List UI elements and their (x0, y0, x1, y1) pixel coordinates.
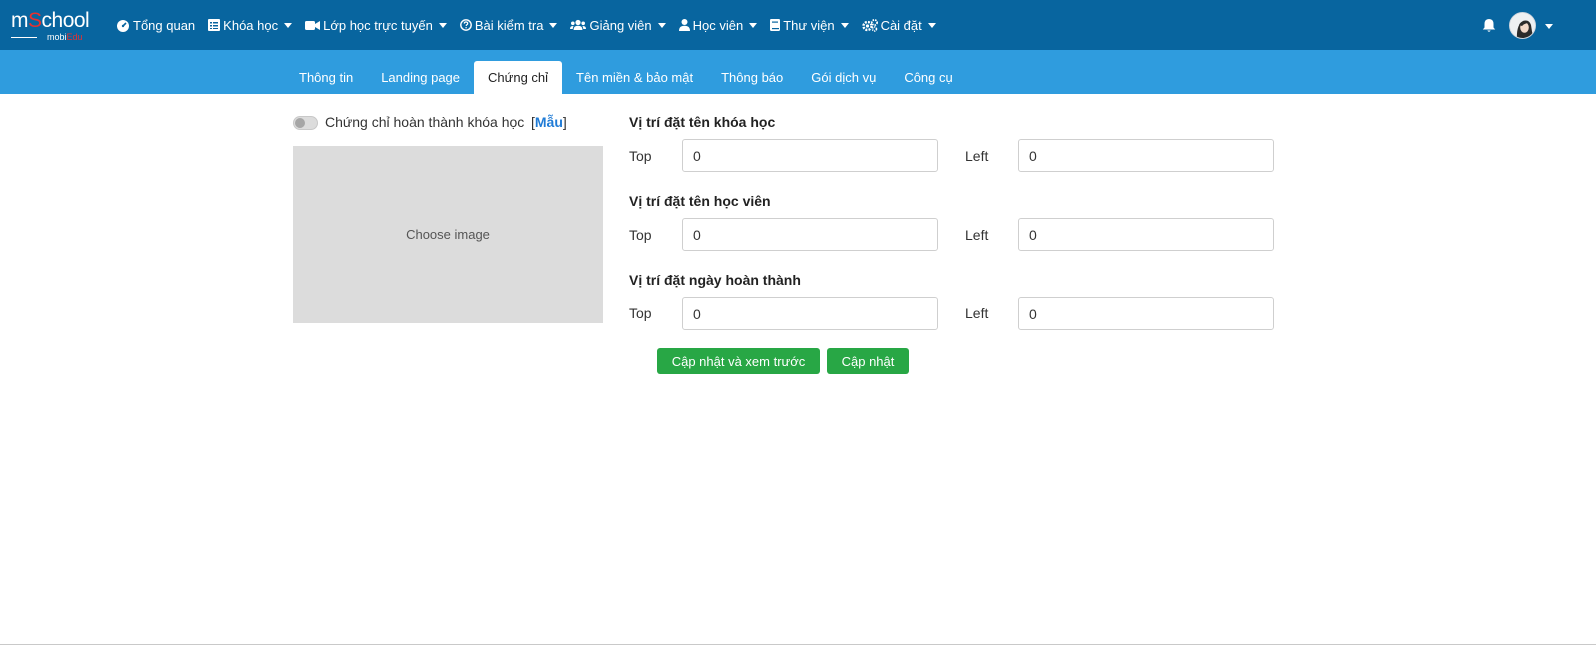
chevron-down-icon (549, 22, 558, 28)
student-name-left-label: Left (965, 227, 989, 243)
dashboard-icon (117, 19, 129, 32)
update-button[interactable]: Cập nhật (827, 348, 909, 374)
tab-service-plans[interactable]: Gói dịch vụ (797, 61, 890, 94)
chevron-down-icon[interactable] (1545, 24, 1553, 29)
student-name-top-label: Top (629, 227, 652, 243)
nav-item-label: Cài đặt (880, 17, 922, 33)
completion-date-left-input[interactable] (1018, 297, 1274, 330)
avatar[interactable] (1509, 12, 1536, 39)
course-name-top-input[interactable] (682, 139, 938, 172)
tab-certificate[interactable]: Chứng chỉ (474, 61, 563, 94)
nav-item-label: Lớp học trực tuyến (323, 17, 433, 33)
chevron-down-icon (438, 22, 447, 28)
completion-date-position-title: Vị trí đặt ngày hoàn thành (629, 272, 801, 288)
nav-item-label: Giảng viên (589, 17, 652, 33)
users-icon (570, 19, 587, 30)
nav-item-label: Học viên (692, 17, 744, 33)
student-name-position-title: Vị trí đặt tên học viên (629, 193, 771, 209)
question-circle-icon (459, 19, 472, 31)
chevron-down-icon (749, 22, 758, 28)
update-and-preview-button[interactable]: Cập nhật và xem trước (657, 348, 820, 374)
tab-notifications[interactable]: Thông báo (707, 61, 797, 94)
choose-image-dropzone[interactable]: Choose image (293, 146, 603, 323)
sample-bracket-close: ] (562, 114, 567, 130)
chevron-down-icon (840, 22, 849, 28)
nav-item-instructors[interactable]: Giảng viên (570, 17, 666, 33)
tab-list: Thông tin Landing page Chứng chỉ Tên miề… (285, 61, 967, 94)
video-camera-icon (305, 20, 321, 30)
nav-item-courses[interactable]: Khóa học (208, 17, 293, 33)
mschool-logo[interactable]: mSchool mobiEdu (11, 10, 101, 42)
user-avatar-icon (1510, 13, 1535, 38)
main-nav: Tổng quan Khóa học Lớp học trực tuyến Bà… (116, 0, 949, 50)
logo-text: mSchool (11, 9, 90, 32)
bell-icon[interactable] (1482, 18, 1496, 33)
tab-tools[interactable]: Công cụ (890, 61, 966, 94)
nav-item-students[interactable]: Học viên (678, 17, 758, 33)
logo-underline (11, 37, 37, 38)
nav-item-settings[interactable]: Cài đặt (861, 17, 936, 33)
sample-link[interactable]: Mẫu (535, 114, 563, 130)
tab-landing-page[interactable]: Landing page (367, 61, 474, 94)
book-icon (770, 19, 781, 31)
course-name-left-input[interactable] (1018, 139, 1274, 172)
nav-item-label: Khóa học (223, 17, 279, 33)
nav-item-tests[interactable]: Bài kiểm tra (459, 17, 558, 33)
user-icon (678, 19, 690, 31)
nav-item-label: Bài kiểm tra (474, 17, 544, 33)
completion-date-top-label: Top (629, 305, 652, 321)
tab-domain-security[interactable]: Tên miền & bảo mật (562, 61, 707, 94)
nav-item-label: Tổng quan (133, 17, 196, 33)
certificate-toggle[interactable] (293, 116, 318, 130)
logo-subtext: mobiEdu (47, 32, 83, 42)
list-icon (208, 19, 221, 31)
certificate-toggle-label: Chứng chỉ hoàn thành khóa học (325, 114, 525, 130)
student-name-top-input[interactable] (682, 218, 938, 251)
settings-tabbar: Thông tin Landing page Chứng chỉ Tên miề… (0, 50, 1596, 94)
course-name-position-title: Vị trí đặt tên khóa học (629, 114, 776, 130)
choose-image-label: Choose image (406, 227, 490, 242)
tab-info[interactable]: Thông tin (285, 61, 367, 94)
nav-item-label: Thư viện (783, 17, 835, 33)
completion-date-left-label: Left (965, 305, 989, 321)
course-name-top-label: Top (629, 148, 652, 164)
completion-date-top-input[interactable] (682, 297, 938, 330)
cogs-icon (861, 18, 878, 32)
chevron-down-icon (284, 22, 293, 28)
top-navbar: mSchool mobiEdu Tổng quan Khóa học Lớp h… (0, 0, 1596, 50)
chevron-down-icon (927, 22, 936, 28)
page-bottom-divider (0, 644, 1596, 645)
chevron-down-icon (657, 22, 666, 28)
nav-item-overview[interactable]: Tổng quan (116, 18, 195, 33)
course-name-left-label: Left (965, 148, 989, 164)
student-name-left-input[interactable] (1018, 218, 1274, 251)
nav-item-online-classes[interactable]: Lớp học trực tuyến (305, 18, 447, 33)
nav-item-library[interactable]: Thư viện (770, 17, 849, 33)
sample-link-wrapper: [Mẫu] (531, 114, 567, 130)
